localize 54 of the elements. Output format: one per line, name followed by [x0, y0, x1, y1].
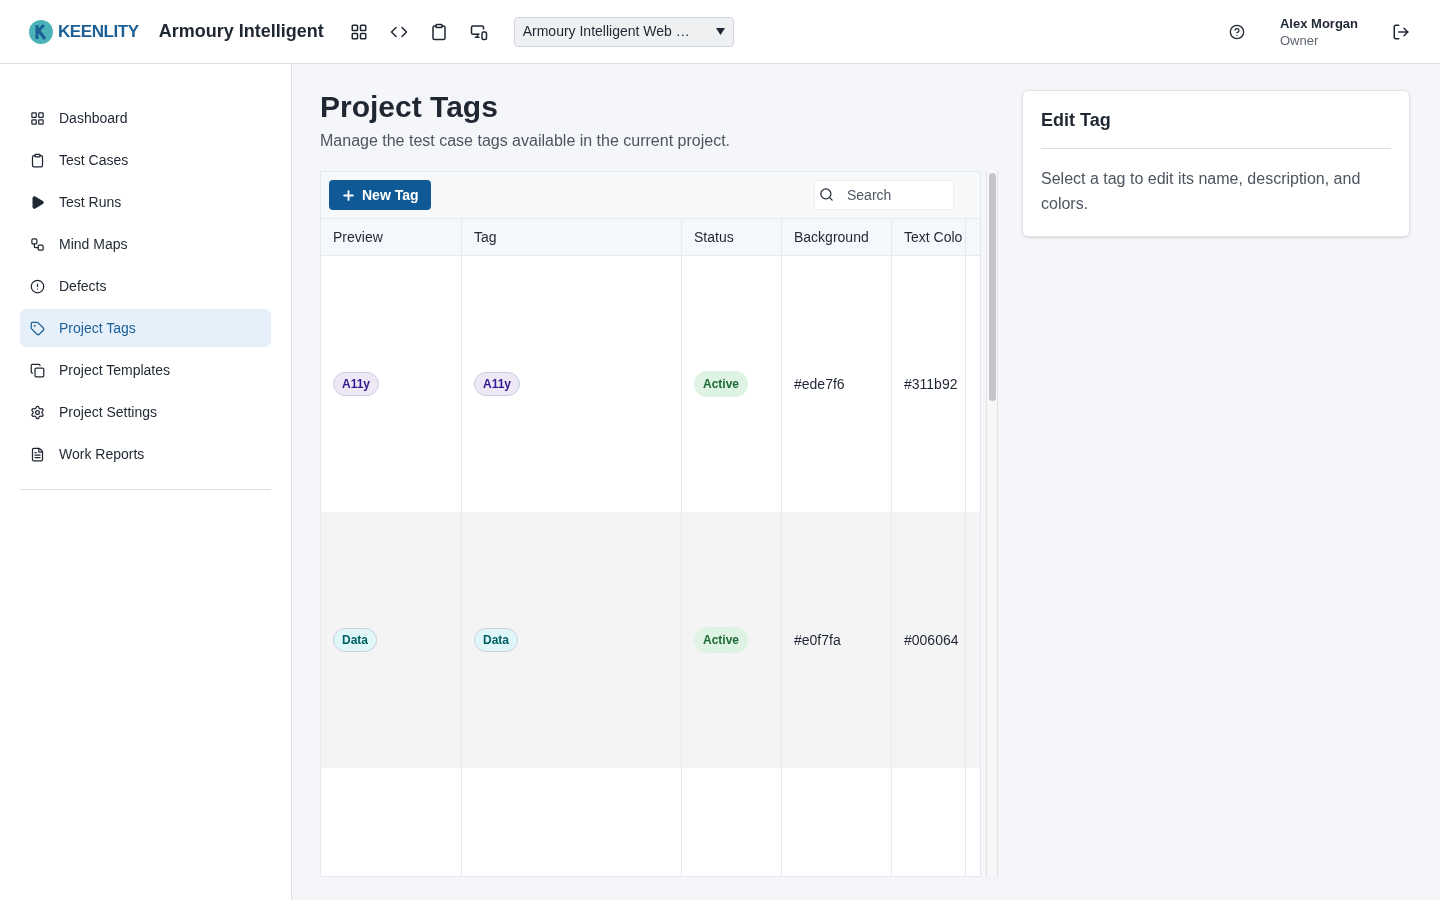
apps-icon[interactable]: [349, 22, 368, 41]
sidebar-item[interactable]: Work Reports: [20, 435, 271, 473]
column-header: Preview: [321, 219, 462, 255]
clipboard-icon: [30, 152, 45, 168]
tag-icon: [30, 320, 45, 336]
tag-pill: A11y: [474, 372, 521, 396]
alert-icon: [30, 278, 45, 294]
report-icon: [30, 446, 45, 462]
tag-pill: A11y: [333, 372, 380, 396]
panel-message: Select a tag to edit its name, description, and colors.: [1041, 169, 1362, 214]
branch-icon: [30, 236, 45, 252]
help-icon[interactable]: [1229, 23, 1245, 40]
column-header: Status: [682, 219, 782, 255]
tag-pill: Data: [333, 628, 377, 652]
project-select[interactable]: Armoury Intelligent Web …: [513, 16, 734, 47]
clipboard-icon[interactable]: [429, 22, 448, 41]
page-title: Project Tags: [320, 90, 499, 124]
sidebar-item[interactable]: Project Settings: [20, 393, 271, 431]
copy-icon: [30, 362, 45, 378]
user-name: Alex Morgan: [1280, 14, 1358, 32]
logo-text: KEENLITY: [58, 20, 139, 43]
panel-title: Edit Tag: [1041, 107, 1391, 149]
play-icon: [30, 194, 45, 210]
logout-icon[interactable]: [1392, 22, 1410, 41]
search-icon: [819, 187, 834, 202]
caret-icon: [715, 28, 725, 35]
devices-icon[interactable]: [469, 22, 488, 41]
sidebar-item[interactable]: Mind Maps: [20, 225, 271, 263]
grid-icon: [30, 110, 45, 126]
table-cell-text: #006064: [904, 630, 959, 650]
page-subtitle: Manage the test case tags available in the current project.: [320, 131, 731, 151]
status-badge: Active: [694, 627, 749, 653]
user-role: Owner: [1280, 31, 1320, 49]
tag-pill: Data: [474, 628, 518, 652]
new-tag-button[interactable]: New Tag: [329, 180, 431, 210]
sidebar-item[interactable]: Test Cases: [20, 141, 271, 179]
column-header: Tag: [462, 219, 682, 255]
column-header: Text Colo: [892, 219, 966, 255]
sidebar-item[interactable]: Defects: [20, 267, 271, 305]
sidebar-item[interactable]: Dashboard: [20, 99, 271, 137]
column-header: Background: [782, 219, 892, 255]
scrollbar[interactable]: [986, 171, 998, 877]
sidebar-item[interactable]: Test Runs: [20, 183, 271, 221]
plus-icon: [341, 187, 356, 203]
table-cell-text: #311b92: [904, 374, 958, 394]
settings-icon: [30, 404, 45, 420]
search-field[interactable]: Search: [814, 180, 954, 210]
logo-icon: [28, 18, 54, 45]
table-cell-text: #ede7f6: [794, 374, 845, 394]
app-title: Armoury Intelligent: [158, 20, 324, 43]
sidebar-item[interactable]: Project Tags: [20, 309, 271, 347]
status-badge: Active: [694, 371, 749, 397]
sidebar-item[interactable]: Project Templates: [20, 351, 271, 389]
table-cell-text: #e0f7fa: [794, 630, 841, 650]
